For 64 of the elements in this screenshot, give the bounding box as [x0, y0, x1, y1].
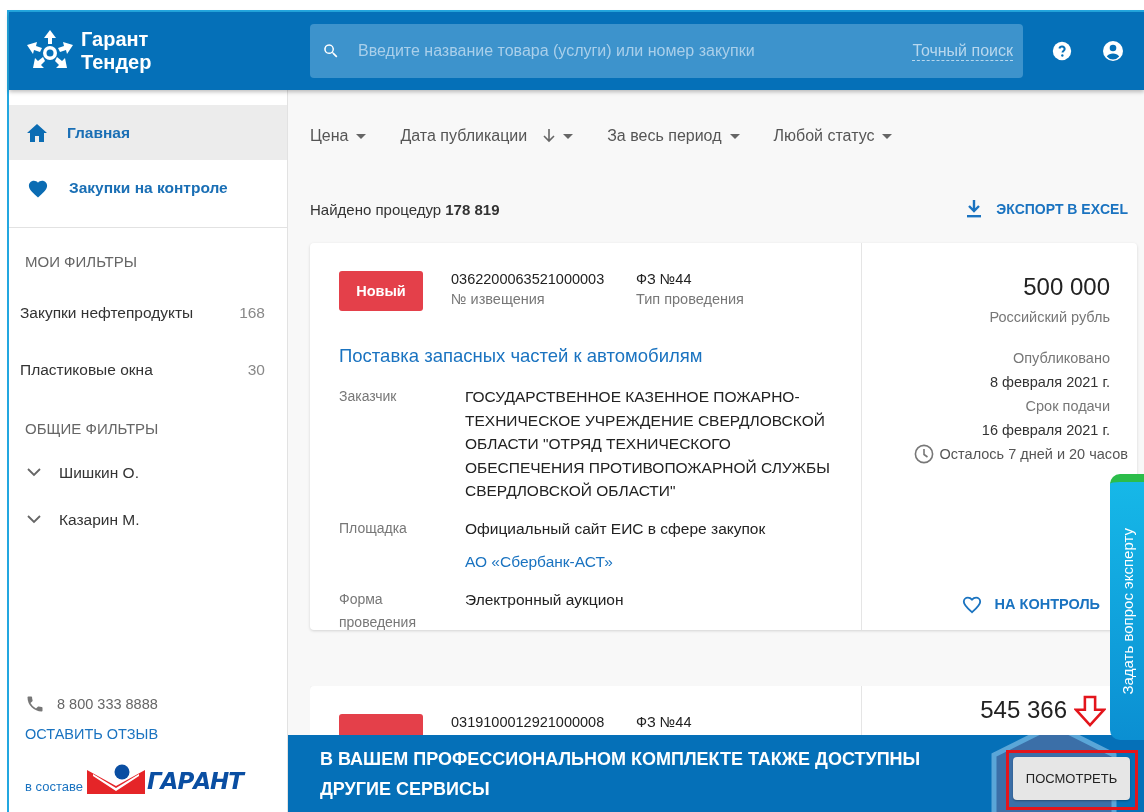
- caret-icon: [563, 133, 574, 139]
- export-link[interactable]: ЭКСПОРТ В EXCEL: [966, 200, 1128, 218]
- section-title: ОБЩИЕ ФИЛЬТРЫ: [24, 420, 160, 437]
- filter-count: 30: [247, 360, 265, 379]
- law-type: ФЗ №44: [636, 714, 693, 730]
- watch-button[interactable]: НА КОНТРОЛЬ: [960, 594, 1100, 614]
- notice-number: 0362200063521000003: [451, 271, 606, 287]
- part-of-label: в составе: [25, 779, 83, 794]
- banner-text: В ВАШЕМ ПРОФЕССИОНАЛЬНОМ КОМПЛЕКТЕ ТАКЖЕ ДОСТУПНЫ ДРУГИЕ СЕРВИСЫ: [320, 747, 922, 801]
- status-badge: Новый: [339, 271, 423, 311]
- notice-number: 0319100012921000008: [451, 714, 606, 730]
- currency: Российский рубль: [989, 309, 1110, 325]
- caret-icon: [882, 133, 893, 139]
- field-label: Площадка: [339, 518, 408, 538]
- section-title: МОИ ФИЛЬТРЫ: [24, 253, 138, 270]
- date-value: 16 февраля 2021 г.: [981, 422, 1110, 438]
- field-value: ГОСУДАРСТВЕННОЕ КАЗЕННОЕ ПОЖАРНО-ТЕХНИЧЕСКОЕ УЧРЕЖДЕНИЕ СВЕРДЛОВСКОЙ ОБЛАСТИ "ОТРЯД ТЕХНИЧЕСКОГО ОБЕСПЕЧЕНИЯ ПРОТИВОПОЖАРНОЙ СЛУЖБЫ СВЕРДЛОВСКОЙ ОБЛАСТИ": [465, 387, 831, 501]
- brand-emblem-icon: [86, 764, 145, 794]
- notice-label: № извещения: [451, 291, 546, 307]
- filter-item[interactable]: Закупки нефтепродукты: [20, 303, 194, 322]
- field-value: Официальный сайт ЕИС в сфере закупок: [465, 518, 767, 539]
- filter-item[interactable]: Пластиковые окна: [20, 360, 153, 379]
- nav-item[interactable]: Закупки на контроле: [9, 160, 287, 215]
- date-value: 8 февраля 2021 г.: [989, 374, 1110, 390]
- clock-icon: [913, 444, 934, 464]
- field-value: Электронный аукцион: [465, 589, 625, 610]
- filter-dropdown[interactable]: Любой статус: [773, 127, 893, 145]
- caret-icon: [356, 133, 367, 139]
- platform-link[interactable]: АО «Сбербанк-АСТ»: [465, 550, 845, 574]
- price: 500 000: [1023, 273, 1110, 301]
- search-icon: [322, 42, 340, 60]
- price: 545 366: [980, 696, 1067, 724]
- date-label: Опубликовано: [1013, 350, 1110, 366]
- feedback-link[interactable]: ОСТАВИТЬ ОТЗЫВ: [25, 726, 159, 742]
- phone-number: 8 800 333 8888: [57, 696, 158, 712]
- filter-group[interactable]: Казарин М.: [59, 510, 140, 529]
- filter-dropdown[interactable]: Дата публикации: [400, 127, 574, 145]
- chevron-icon[interactable]: [27, 515, 41, 524]
- filter-dropdown[interactable]: За весь период: [607, 127, 740, 145]
- view-button[interactable]: ПОСМОТРЕТЬ: [1013, 757, 1130, 800]
- nav-item[interactable]: Главная: [9, 105, 287, 160]
- law-type: ФЗ №44: [636, 271, 693, 287]
- filter-count: 168: [239, 303, 265, 322]
- filter-dropdown[interactable]: Цена: [310, 127, 367, 145]
- ask-expert-tab[interactable]: Задать вопрос эксперту: [1110, 474, 1144, 740]
- account-icon[interactable]: [1101, 39, 1125, 63]
- results-count: Найдено процедур 178 819: [310, 200, 500, 218]
- law-label: Тип проведения: [636, 291, 745, 307]
- logo-text: Тендер: [81, 51, 152, 74]
- heart-outline-icon: [960, 594, 983, 614]
- time-remaining: Осталось 7 дней и 20 часов: [939, 446, 1128, 462]
- download-icon: [966, 200, 983, 218]
- caret-icon: [729, 133, 740, 139]
- help-icon[interactable]: [1051, 40, 1073, 62]
- sort-arrow-icon: [543, 129, 556, 143]
- filter-group[interactable]: Шишкин О.: [59, 463, 139, 482]
- home-icon: [27, 123, 47, 142]
- field-label: Заказчик: [339, 387, 398, 406]
- tender-title-link[interactable]: Поставка запасных частей к автомобилям: [339, 345, 861, 367]
- chevron-icon[interactable]: [27, 468, 41, 477]
- date-label: Срок подачи: [1025, 398, 1110, 414]
- field-label: Форма проведения: [339, 589, 417, 632]
- logo-text: Гарант: [81, 28, 150, 51]
- phone-icon: [25, 694, 45, 714]
